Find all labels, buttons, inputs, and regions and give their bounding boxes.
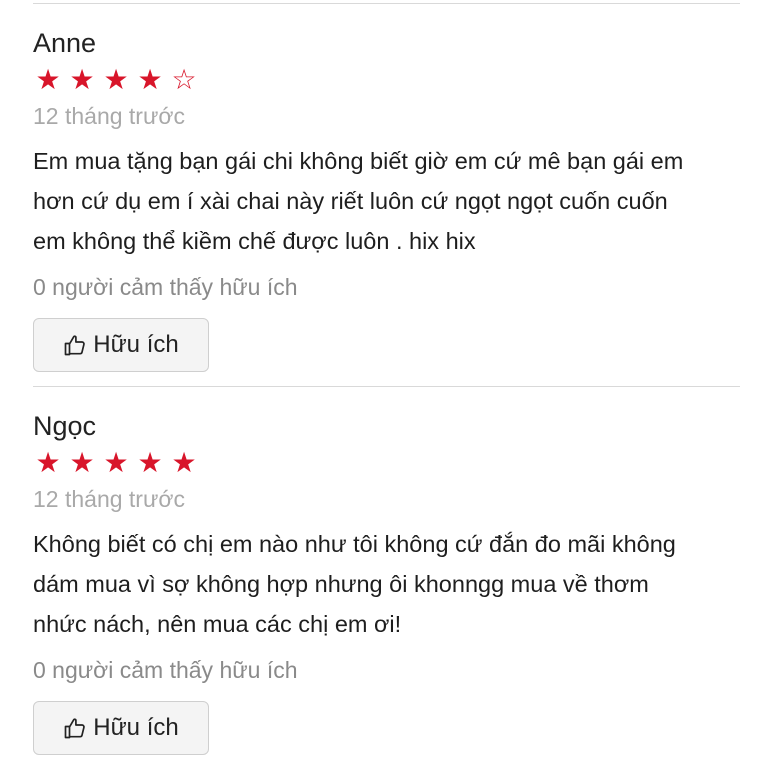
helpful-button[interactable]: Hữu ích [33,318,209,372]
review-text-line: nhức nách, nên mua các chị em ơi! [33,611,402,637]
helpful-button-label: Hữu ích [93,331,179,358]
star-icon: ★ [35,447,61,478]
star-icon: ★ [137,447,163,478]
review-text-line: dám mua vì sợ không hợp nhưng ôi khonngg… [33,571,649,597]
review-text-line: hơn cứ dụ em í xài chai này riết luôn cứ… [33,188,668,214]
thumbs-up-icon [64,718,86,739]
star-rating: ★ ★ ★ ★ ☆ [33,63,740,97]
thumbs-up-icon [64,335,86,356]
review-card: Anne ★ ★ ★ ★ ☆ 12 tháng trước Em mua tặn… [33,27,740,372]
star-outline-icon: ☆ [171,64,197,95]
star-icon: ★ [103,64,129,95]
top-divider [33,3,740,4]
review-divider [33,386,740,387]
review-text: Em mua tặng bạn gái chi không biết giờ e… [33,141,740,261]
review-text-line: em không thể kiềm chế được luôn . hix hi… [33,228,476,254]
helpful-count: 0 người cảm thấy hữu ích [33,274,298,300]
review-text: Không biết có chị em nào như tôi không c… [33,524,740,644]
star-icon: ★ [35,64,61,95]
helpful-button-label: Hữu ích [93,714,179,741]
helpful-count: 0 người cảm thấy hữu ích [33,657,298,683]
review-date: 12 tháng trước [33,486,185,512]
star-icon: ★ [69,447,95,478]
review-card: Ngọc ★ ★ ★ ★ ★ 12 tháng trước Không biết… [33,410,740,755]
review-author: Anne [33,28,97,58]
star-icon: ★ [171,447,197,478]
review-date: 12 tháng trước [33,103,185,129]
star-rating: ★ ★ ★ ★ ★ [33,446,740,480]
star-icon: ★ [103,447,129,478]
star-icon: ★ [69,64,95,95]
helpful-button[interactable]: Hữu ích [33,701,209,755]
star-icon: ★ [137,64,163,95]
review-text-line: Không biết có chị em nào như tôi không c… [33,531,676,557]
review-text-line: Em mua tặng bạn gái chi không biết giờ e… [33,148,684,174]
review-author: Ngọc [33,411,97,441]
